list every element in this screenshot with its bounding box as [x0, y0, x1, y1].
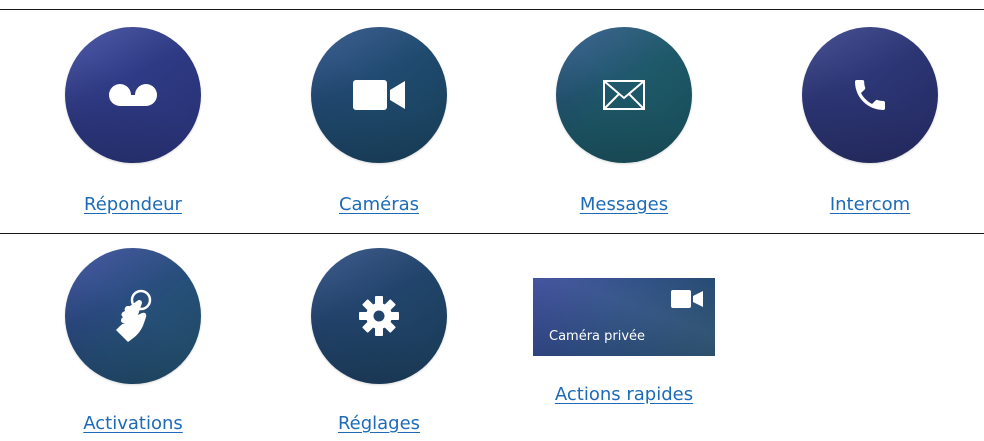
activations-button[interactable] — [65, 248, 201, 384]
envelope-icon — [603, 80, 645, 110]
cameras-link[interactable]: Caméras — [339, 194, 419, 215]
top-divider — [0, 9, 984, 10]
tile-reglages: Réglages — [256, 248, 502, 434]
video-camera-icon — [671, 290, 703, 308]
tile-messages: Messages — [501, 27, 747, 215]
video-camera-icon — [353, 80, 405, 110]
touch-hand-icon — [116, 289, 152, 342]
intercom-link[interactable]: Intercom — [830, 194, 910, 215]
private-camera-card[interactable]: Caméra privée — [533, 278, 715, 356]
tile-repondeur: Répondeur — [10, 27, 256, 215]
gear-icon — [359, 296, 399, 336]
messages-button[interactable] — [556, 27, 692, 163]
private-camera-label: Caméra privée — [549, 329, 646, 344]
repondeur-link[interactable]: Répondeur — [84, 194, 182, 215]
messages-link[interactable]: Messages — [580, 194, 668, 215]
tile-activations: Activations — [10, 248, 256, 434]
tile-cameras: Caméras — [256, 27, 502, 215]
reglages-button[interactable] — [311, 248, 447, 384]
activations-link[interactable]: Activations — [83, 413, 183, 434]
intercom-button[interactable] — [802, 27, 938, 163]
tile-intercom: Intercom — [747, 27, 984, 215]
voicemail-icon — [109, 84, 157, 106]
middle-divider — [0, 233, 984, 234]
actions-rapides-link[interactable]: Actions rapides — [555, 384, 693, 405]
cameras-button[interactable] — [311, 27, 447, 163]
reglages-link[interactable]: Réglages — [338, 413, 420, 434]
tile-actions-rapides: Caméra privée Actions rapides — [501, 248, 747, 405]
phone-icon — [855, 80, 885, 110]
repondeur-button[interactable] — [65, 27, 201, 163]
